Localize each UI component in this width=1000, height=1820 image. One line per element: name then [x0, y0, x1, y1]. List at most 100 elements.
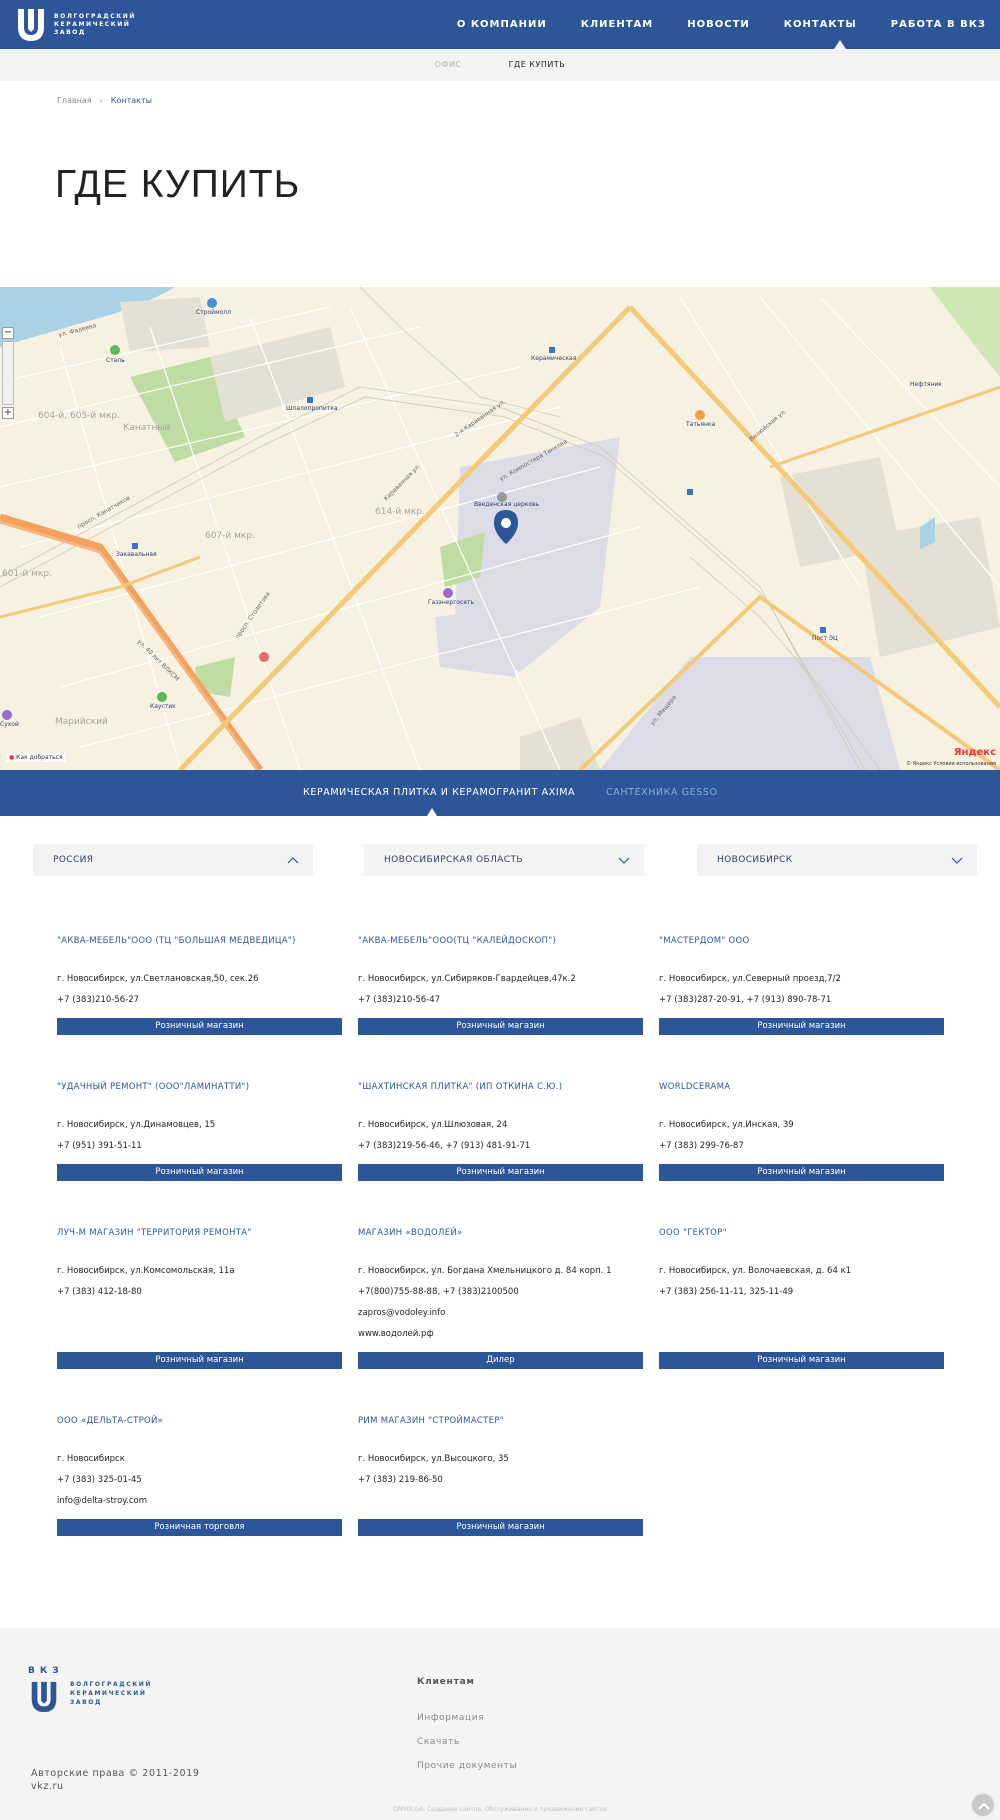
- store-contact[interactable]: +7 (383) 325-01-45: [57, 1475, 142, 1485]
- footer-logo-text: Волгоградский керамический завод: [70, 1681, 152, 1706]
- footer-site[interactable]: vkz.ru: [31, 1781, 64, 1792]
- subnav-item-where-to-buy[interactable]: Где купить: [509, 49, 566, 81]
- store-name[interactable]: "АКВА-МЕБЕЛЬ"ООО (ТЦ "БОЛЬШАЯ МЕДВЕДИЦА"…: [57, 936, 342, 946]
- store-name[interactable]: "АКВА-МЕБЕЛЬ"ООО(ТЦ "КАЛЕЙДОСКОП"): [358, 936, 643, 946]
- store-address: г. Новосибирск, ул.Высоцкого, 35: [358, 1454, 509, 1464]
- store-type-button[interactable]: Дилер: [358, 1352, 643, 1369]
- map-district: 601-й мкр.: [2, 569, 52, 579]
- tab-gesso[interactable]: Сантехника GESSO: [606, 770, 718, 816]
- map-poi: Закавальная: [116, 551, 157, 558]
- store-name[interactable]: ООО «ДЕЛЬТА-СТРОЙ»: [57, 1416, 342, 1426]
- store-contact[interactable]: +7 (383) 256-11-11, 325-11-49: [659, 1287, 793, 1297]
- nav-item-contacts[interactable]: Контакты: [784, 0, 857, 49]
- store-card: "АКВА-МЕБЕЛЬ"ООО(ТЦ "КАЛЕЙДОСКОП") г. Нов…: [358, 936, 643, 1035]
- store-type-button[interactable]: Розничный магазин: [659, 1018, 944, 1035]
- yandex-map[interactable]: Строймолл Сталь Шпалопропитка Керамическ…: [0, 287, 1000, 770]
- zoom-out-button[interactable]: −: [2, 327, 14, 339]
- store-contact[interactable]: +7 (383) 412-18-80: [57, 1287, 142, 1297]
- map-poi: Пост ЭЦ: [812, 635, 838, 642]
- zoom-slider[interactable]: [2, 341, 14, 405]
- store-card: РИМ МАГАЗИН "СТРОЙМАСТЕР" г. Новосибирск,…: [358, 1416, 643, 1536]
- map-terms-link[interactable]: © Яндекс Условия использования: [906, 761, 996, 767]
- breadcrumb-current: Контакты: [110, 96, 152, 105]
- breadcrumb: Главная › Контакты: [57, 96, 152, 105]
- store-type-button[interactable]: Розничный магазин: [358, 1164, 643, 1181]
- zoom-in-button[interactable]: +: [2, 407, 14, 419]
- footer-credits[interactable]: ONVOLGA: Создание сайтов, Обслуживание и…: [0, 1806, 1000, 1813]
- tab-axima[interactable]: Керамическая плитка и керамогранит AXIMA: [303, 770, 575, 816]
- breadcrumb-home[interactable]: Главная: [57, 96, 92, 105]
- nav-item-clients[interactable]: Клиентам: [581, 0, 654, 49]
- region-select[interactable]: Новосибирская область: [364, 844, 644, 876]
- store-address: г. Новосибирск, ул.Комсомольская, 11а: [57, 1266, 235, 1276]
- map-zoom-control: − +: [2, 327, 14, 427]
- store-name[interactable]: ЛУЧ-М МАГАЗИН "ТЕРРИТОРИЯ РЕМОНТА": [57, 1228, 342, 1238]
- store-contact[interactable]: info@delta-stroy.com: [57, 1496, 147, 1506]
- store-contact[interactable]: +7 (383)287-20-91, +7 (913) 890-78-71: [659, 995, 831, 1005]
- map-poi: Сухой: [0, 721, 19, 728]
- map-poi: Строймолл: [196, 309, 231, 316]
- store-contact[interactable]: +7 (383)210-56-47: [358, 995, 440, 1005]
- main-nav: О компании Клиентам Новости Контакты Раб…: [423, 0, 986, 49]
- nav-item-company[interactable]: О компании: [457, 0, 547, 49]
- store-type-button[interactable]: Розничный магазин: [358, 1519, 643, 1536]
- store-name[interactable]: "ШАХТИНСКАЯ ПЛИТКА" (ИП ОТКИНА С.Ю.): [358, 1082, 643, 1092]
- store-type-button[interactable]: Розничный магазин: [57, 1164, 342, 1181]
- store-type-button[interactable]: Розничная торговля: [57, 1519, 342, 1536]
- store-type-button[interactable]: Розничный магазин: [659, 1164, 944, 1181]
- arrow-up-icon: [978, 1802, 990, 1810]
- store-contact[interactable]: +7(800)755-88-88, +7 (383)2100500: [358, 1287, 519, 1297]
- map-district: 607-й мкр.: [205, 531, 255, 541]
- city-select-value: Новосибирск: [717, 855, 793, 865]
- store-contact[interactable]: +7 (383) 219-86-50: [358, 1475, 443, 1485]
- store-type-button[interactable]: Розничный магазин: [358, 1018, 643, 1035]
- sub-nav: Офис Где купить: [0, 49, 1000, 81]
- logo-text: Волгоградский керамический завод: [54, 13, 136, 36]
- yandex-logo[interactable]: Яндекс: [954, 747, 996, 758]
- map-poi: Каустик: [150, 703, 176, 710]
- store-contact[interactable]: +7 (951) 391-51-11: [57, 1141, 142, 1151]
- site-logo[interactable]: Волгоградский керамический завод: [16, 7, 144, 43]
- footer-logo[interactable]: ВКЗ Волгоградский керамический завод: [28, 1666, 150, 1713]
- store-name[interactable]: МАГАЗИН «ВОДОЛЕЙ»: [358, 1228, 643, 1238]
- footer-heading: Клиентам: [417, 1677, 475, 1687]
- store-type-button[interactable]: Розничный магазин: [659, 1352, 944, 1369]
- store-card: "УДАЧНЫЙ РЕМОНТ" (ООО"ЛАМИНАТТИ") г. Ново…: [57, 1082, 342, 1181]
- store-contact[interactable]: +7 (383)210-56-27: [57, 995, 139, 1005]
- breadcrumb-separator: ›: [99, 96, 103, 105]
- store-name[interactable]: "МАСТЕРДОМ" ООО: [659, 936, 944, 946]
- store-name[interactable]: РИМ МАГАЗИН "СТРОЙМАСТЕР": [358, 1416, 643, 1426]
- store-address: г. Новосибирск, ул.Светлановская,50, сек…: [57, 974, 259, 984]
- store-name[interactable]: WORLDCERAMA: [659, 1082, 944, 1092]
- store-contact[interactable]: +7 (383)219-56-46, +7 (913) 481-91-71: [358, 1141, 530, 1151]
- scroll-top-button[interactable]: [970, 1792, 996, 1818]
- store-card: "АКВА-МЕБЕЛЬ"ООО (ТЦ "БОЛЬШАЯ МЕДВЕДИЦА"…: [57, 936, 342, 1035]
- store-name[interactable]: ООО "ГЕКТОР": [659, 1228, 944, 1238]
- nav-item-news[interactable]: Новости: [687, 0, 750, 49]
- chevron-down-icon: [951, 857, 963, 864]
- map-pin-icon: ●: [9, 754, 15, 761]
- subnav-item-office[interactable]: Офис: [435, 49, 462, 81]
- map-poi: Газэнергосеть: [428, 599, 475, 606]
- footer-link-download[interactable]: Скачать: [417, 1737, 460, 1747]
- nav-item-careers[interactable]: Работа в ВКЗ: [891, 0, 986, 49]
- footer-link-info[interactable]: Информация: [417, 1713, 484, 1723]
- store-contact[interactable]: +7 (383) 299-76-87: [659, 1141, 744, 1151]
- route-button[interactable]: ● Как добраться: [6, 753, 66, 762]
- store-card: "ШАХТИНСКАЯ ПЛИТКА" (ИП ОТКИНА С.Ю.) г. Н…: [358, 1082, 643, 1181]
- store-name[interactable]: "УДАЧНЫЙ РЕМОНТ" (ООО"ЛАМИНАТТИ"): [57, 1082, 342, 1092]
- country-select[interactable]: Россия: [33, 844, 313, 876]
- store-contact[interactable]: zapros@vodoley.info: [358, 1308, 445, 1318]
- footer-copyright: Авторские права © 2011-2019: [31, 1768, 200, 1779]
- store-type-button[interactable]: Розничный магазин: [57, 1352, 342, 1369]
- map-poi: Керамическая: [531, 355, 577, 362]
- footer-link-documents[interactable]: Прочие документы: [417, 1761, 517, 1771]
- store-card: ООО "ГЕКТОР" г. Новосибирск, ул. Волочаев…: [659, 1228, 944, 1369]
- store-type-button[interactable]: Розничный магазин: [57, 1018, 342, 1035]
- store-address: г. Новосибирск, ул. Богдана Хмельницкого…: [358, 1266, 612, 1276]
- store-card: WORLDCERAMA г. Новосибирск, ул.Инская, 39…: [659, 1082, 944, 1181]
- city-select[interactable]: Новосибирск: [697, 844, 977, 876]
- store-address: г. Новосибирск, ул.Шлюзовая, 24: [358, 1120, 508, 1130]
- route-label: Как добраться: [16, 754, 63, 761]
- store-contact[interactable]: www.водолей.рф: [358, 1329, 434, 1339]
